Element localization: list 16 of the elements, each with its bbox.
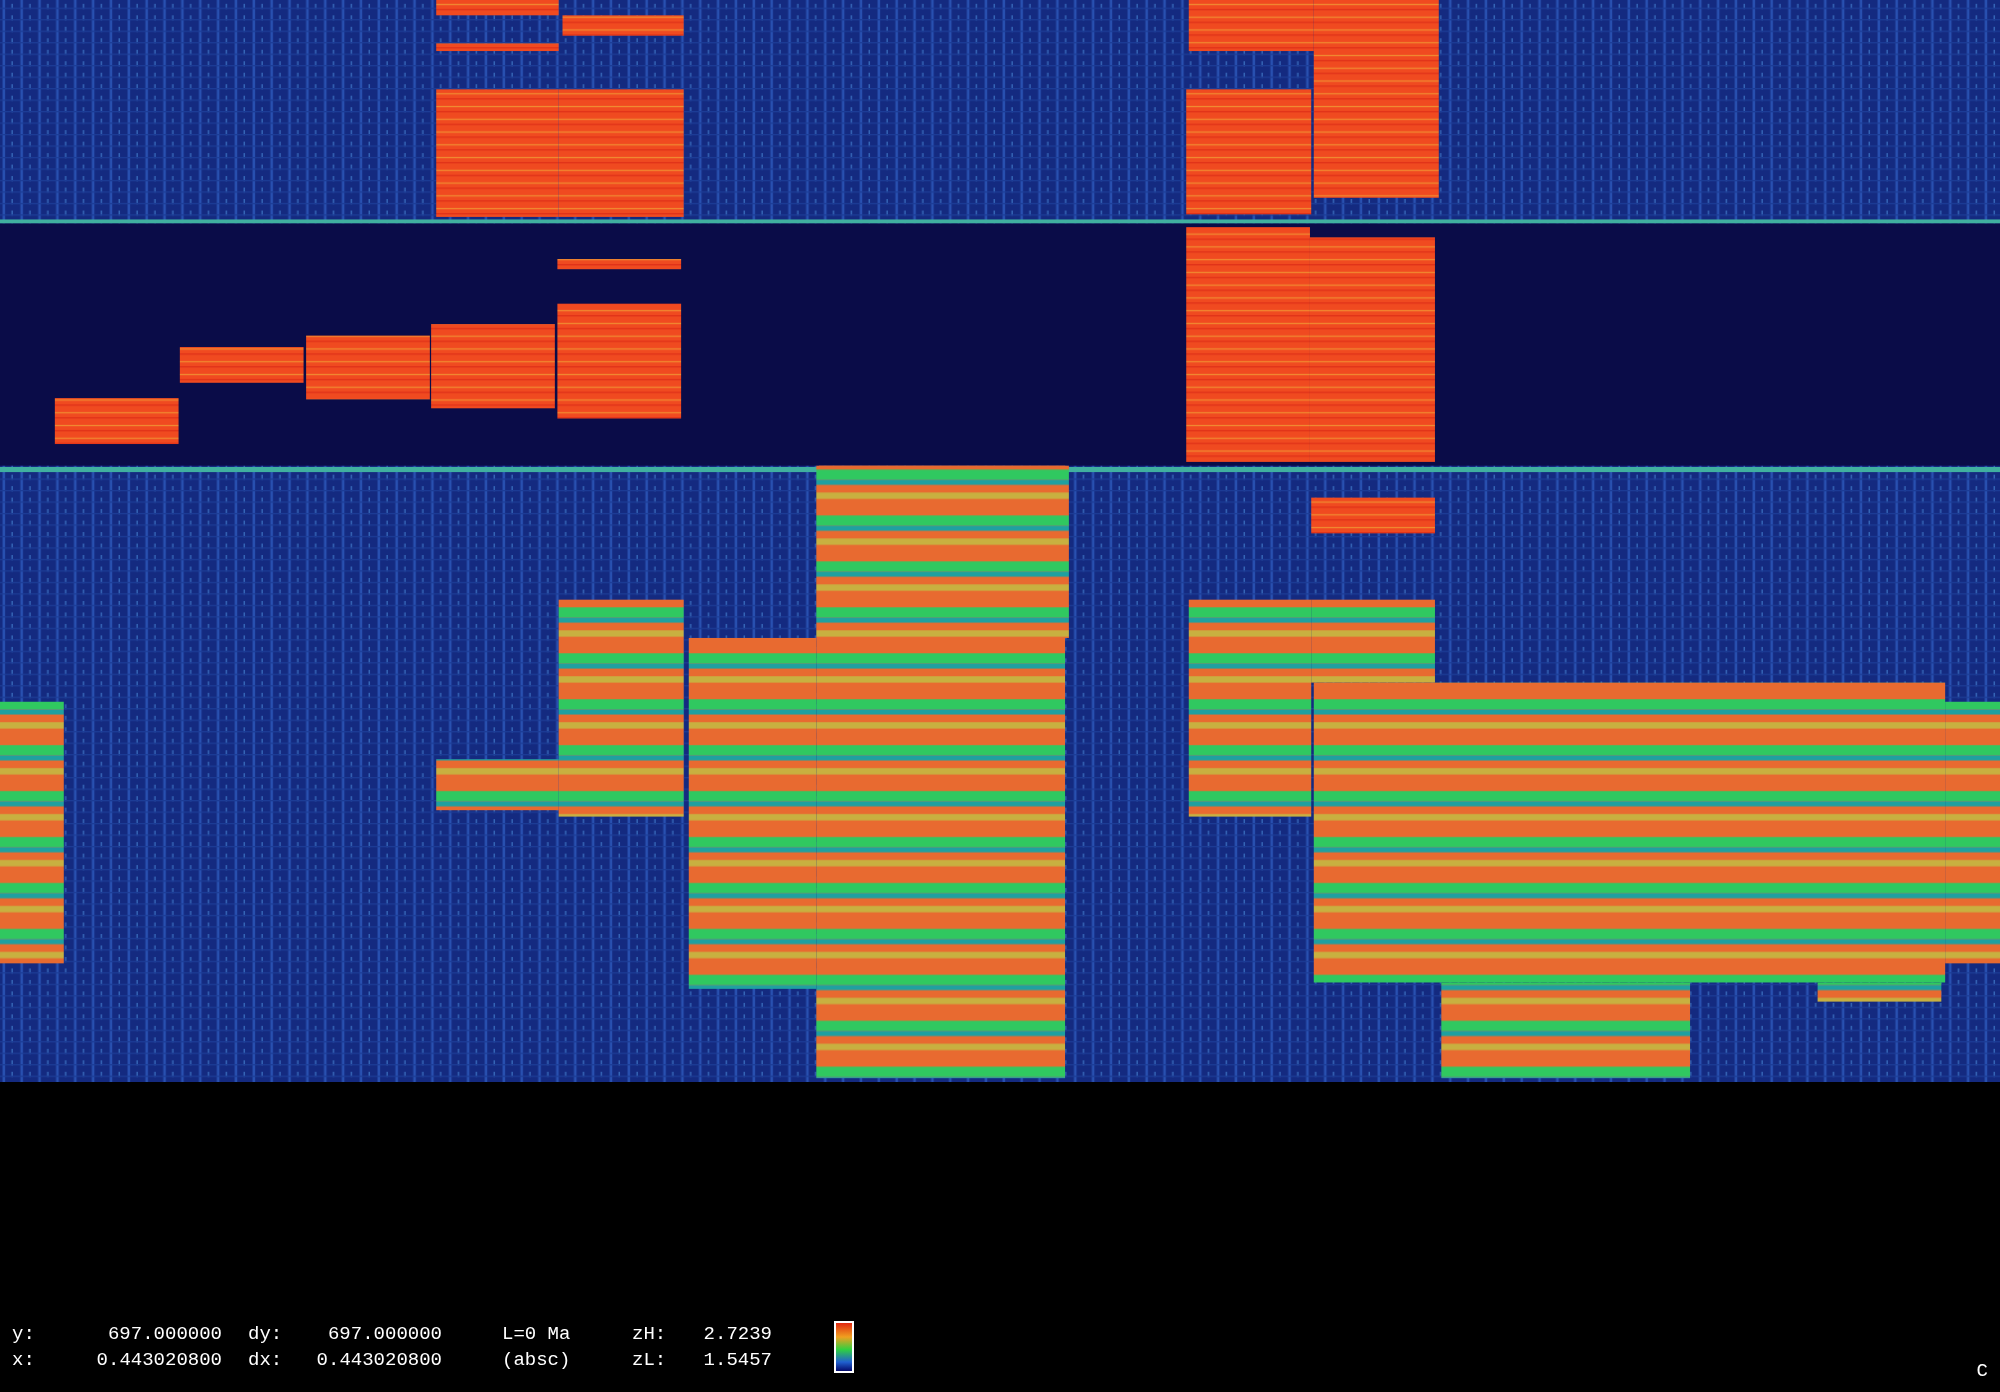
corner-label: C	[1976, 1360, 1988, 1382]
delta-value: 0.443020800	[315, 1348, 442, 1372]
coordinate-value: 697.000000	[106, 1322, 222, 1346]
axis-label: x:	[12, 1348, 36, 1372]
mode-label: (absc)	[502, 1348, 571, 1372]
coordinate-value: 0.443020800	[95, 1348, 222, 1372]
z-label: zL:	[632, 1348, 668, 1372]
delta-label: dx:	[247, 1348, 282, 1372]
z-value: 2.7239	[702, 1322, 772, 1346]
z-label: zH:	[632, 1322, 668, 1346]
z-value: 1.5457	[702, 1348, 772, 1372]
axis-label: y:	[12, 1322, 36, 1346]
delta-value: 697.000000	[326, 1322, 442, 1346]
delta-label: dy:	[247, 1322, 282, 1346]
colorbar-icon	[834, 1321, 854, 1373]
mode-label: L=0 Ma	[502, 1322, 571, 1346]
